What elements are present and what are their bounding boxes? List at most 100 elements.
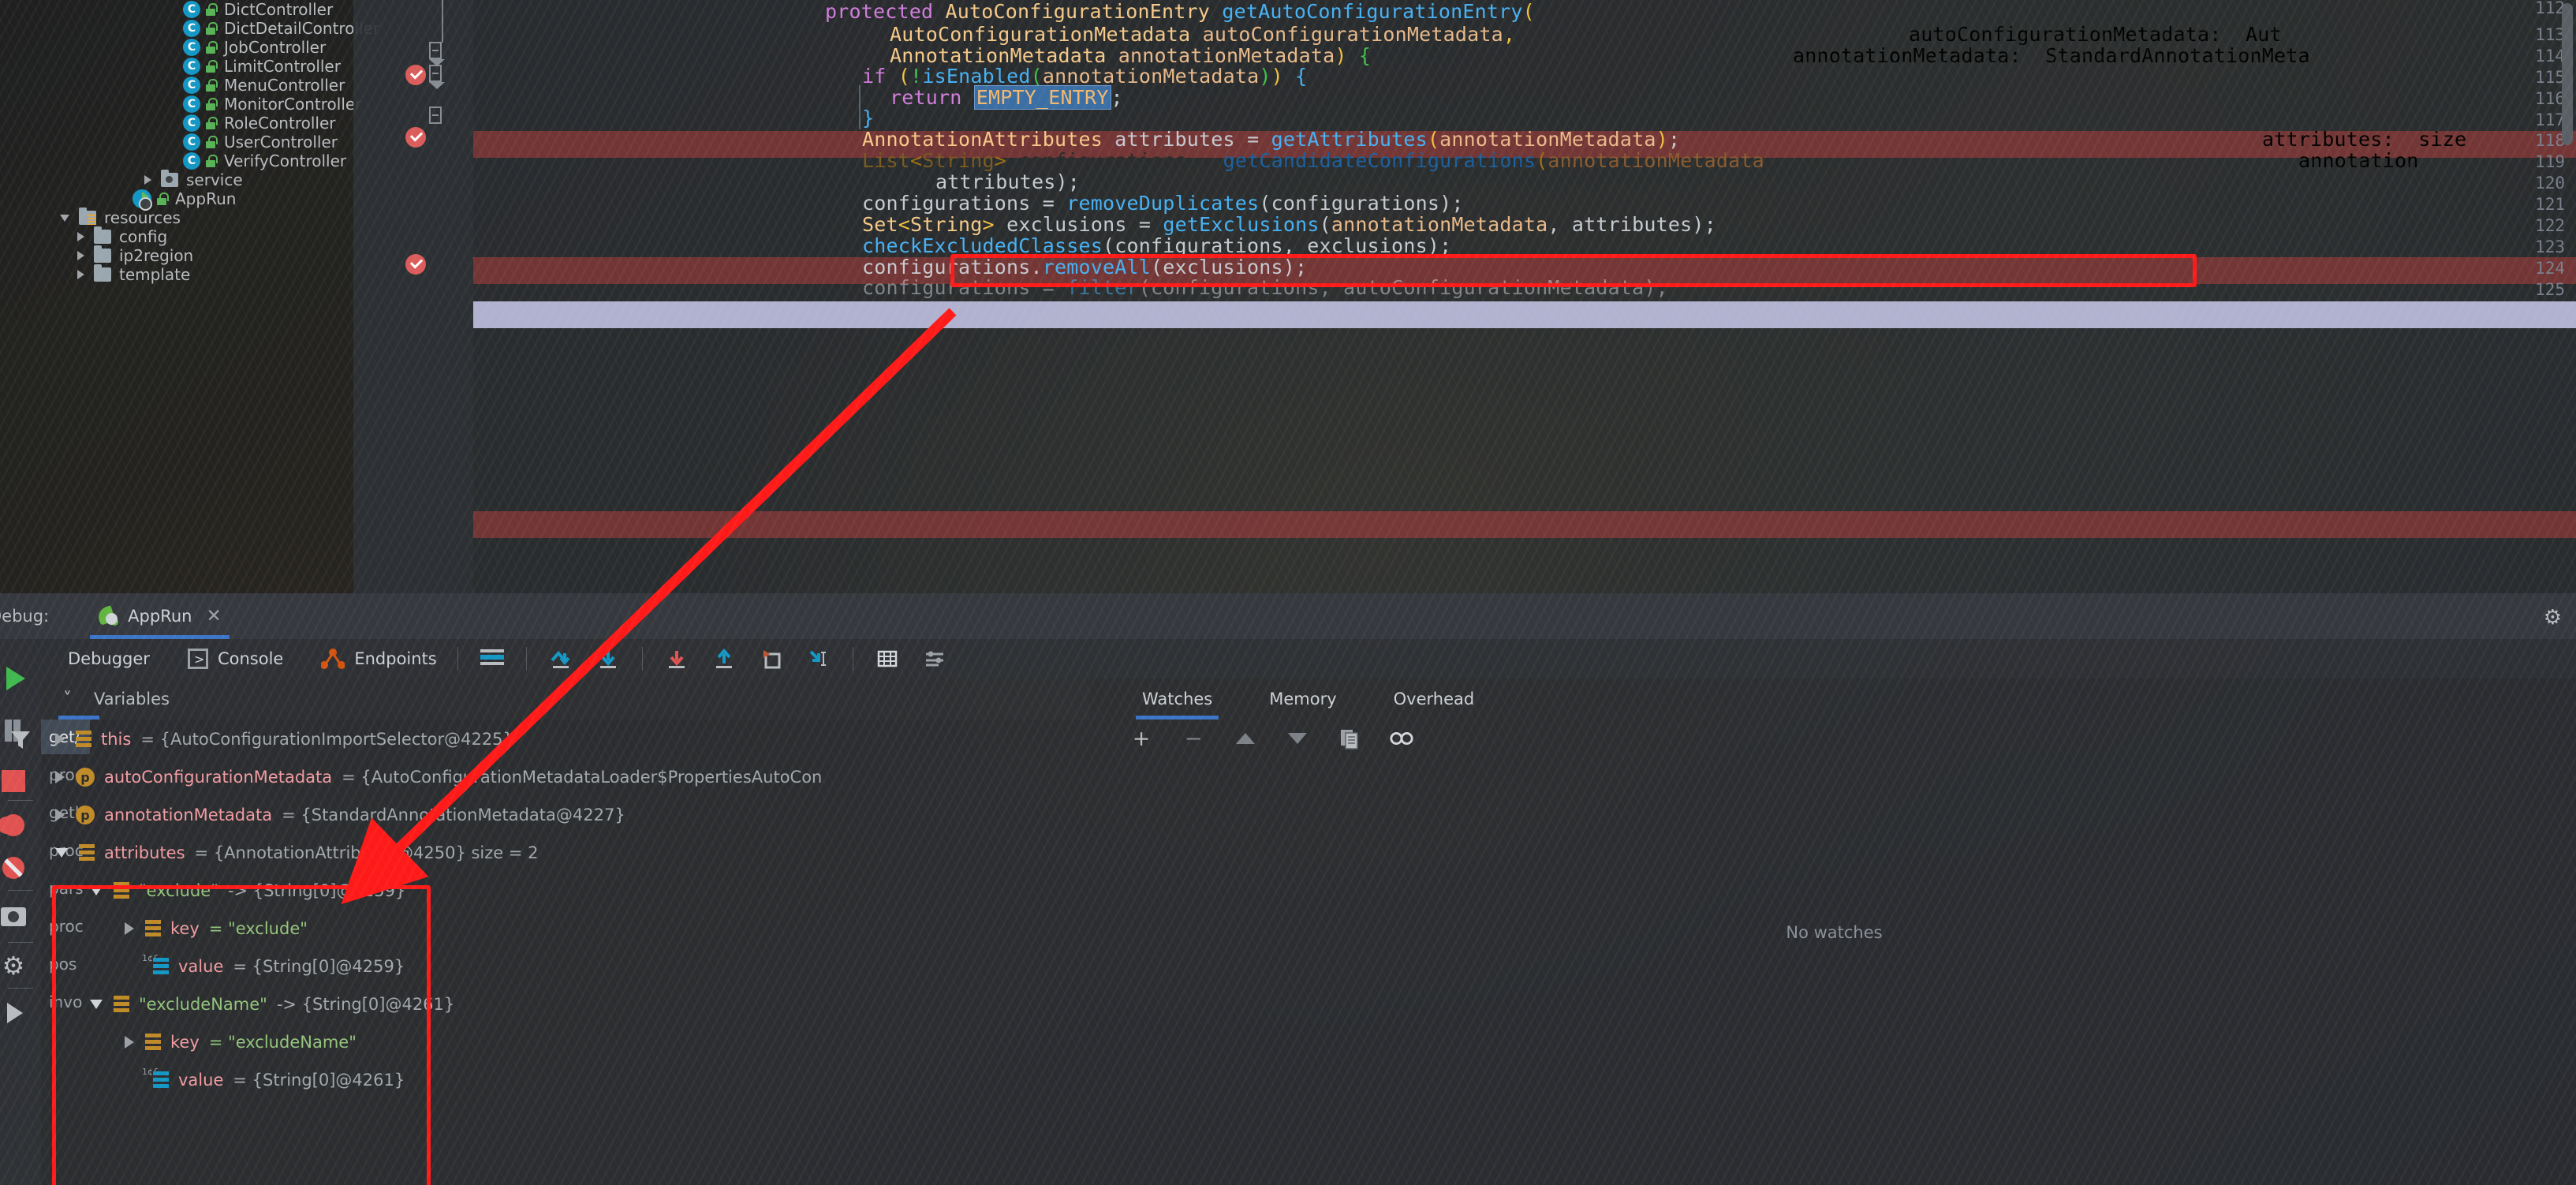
variable-row-attributes[interactable]: attributes = {AnnotationAttributes@4250}… [55,833,539,873]
fold-marker-icon[interactable] [429,42,445,66]
folder-icon [94,264,111,282]
drop-frame-icon[interactable] [758,645,785,672]
variable-row-autoconfigurationmetadata[interactable]: p autoConfigurationMetadata = {AutoConfi… [55,757,822,797]
frame-item[interactable]: pars [41,871,90,906]
layout-icon[interactable] [479,645,506,672]
tree-item-dictdetailcontroller[interactable]: C DictDetailController [183,19,379,38]
breakpoint-icon[interactable] [405,127,426,148]
tree-item-config[interactable]: config [77,226,167,246]
code-editor[interactable]: 112 113 114 115 116 117 118 119 120 121 … [353,0,2576,593]
chevron-down-icon[interactable] [90,1000,103,1009]
evaluate-expression-icon[interactable] [874,645,901,672]
chevron-down-icon[interactable] [90,886,103,895]
line-number: 124 [2535,259,2565,278]
tab-overhead[interactable]: Overhead [1394,678,1475,720]
watches-tabs[interactable]: Watches Memory Overhead [1092,678,2576,720]
step-over-icon[interactable] [547,645,574,672]
fold-marker-icon[interactable] [429,65,445,89]
frame-item[interactable]: invo [41,985,90,1019]
tree-item-limitcontroller[interactable]: C LimitController [183,57,341,76]
chevron-right-icon[interactable] [77,251,84,260]
fold-marker-icon[interactable] [429,107,442,124]
chevron-right-icon[interactable] [55,733,65,746]
variable-row-excludename-value[interactable]: value = {String[0]@4261} [142,1060,405,1100]
tree-item-dictcontroller[interactable]: C DictController [183,0,333,19]
force-step-into-icon[interactable] [663,645,690,672]
class-icon: C [183,20,200,37]
settings-icon[interactable] [921,645,948,672]
tree-item-usercontroller[interactable]: C UserController [183,133,338,151]
chevron-right-icon[interactable] [77,232,84,241]
variable-row-this[interactable]: this = {AutoConfigurationImportSelector@… [55,720,513,759]
step-out-icon[interactable] [711,645,737,672]
view-breakpoints-icon[interactable] [0,808,41,843]
tree-item-monitorcontroller[interactable]: C MonitorController [183,95,361,114]
variable-row-exclude-value[interactable]: value = {String[0]@4259} [142,947,405,986]
chevron-down-icon[interactable] [55,848,68,858]
frame-item[interactable]: pos [41,947,90,981]
tree-item-rolecontroller[interactable]: C RoleController [183,114,335,133]
variables-tree[interactable]: this = {AutoConfigurationImportSelector@… [55,720,1090,1185]
class-icon: C [183,77,200,94]
lock-icon [156,193,169,205]
get-thread-dump-icon[interactable] [0,899,41,934]
pin-icon[interactable] [0,996,41,1030]
session-tab-apprun[interactable]: AppRun ✕ [90,593,230,639]
tab-endpoints[interactable]: Endpoints [321,649,437,669]
settings-gear-icon[interactable]: ⚙ [0,948,41,983]
tree-item-label: service [186,170,243,189]
tree-item-jobcontroller[interactable]: C JobController [183,38,326,57]
selected-token[interactable]: EMPTY_ENTRY [973,85,1111,110]
variable-row-exclude-entry[interactable]: "exclude" -> {String[0]@4259} [90,871,405,910]
run-to-cursor-icon[interactable] [805,645,832,672]
mute-breakpoints-icon[interactable] [0,850,41,885]
tab-debugger[interactable]: Debugger [68,649,150,668]
breakpoint-icon[interactable] [405,65,426,85]
tab-watches[interactable]: Watches [1136,678,1219,720]
tree-item-label: template [119,265,191,284]
chevron-right-icon[interactable] [125,922,134,935]
tree-item-resources[interactable]: resources [60,207,181,227]
tree-item-label: UserController [224,133,338,151]
variable-name: value [178,957,224,976]
object-icon [114,882,129,899]
object-icon [145,920,161,937]
class-icon: C [183,133,200,151]
editor-vertical-scrollbar[interactable] [2562,3,2573,145]
chevron-down-icon[interactable]: ˅ [63,690,72,709]
tree-item-verifycontroller[interactable]: C VerifyController [183,151,346,170]
chevron-right-icon[interactable] [55,771,65,783]
variables-header[interactable]: ˅ Variables [41,678,1090,720]
breakpoint-icon[interactable] [405,254,426,275]
close-icon[interactable]: ✕ [206,606,221,626]
variable-row-annotationmetadata[interactable]: p annotationMetadata = {StandardAnnotati… [55,795,625,835]
tree-item-menucontroller[interactable]: C MenuController [183,76,345,95]
tree-item-apprun[interactable]: AppRun [133,189,236,211]
variable-row-excludename-key[interactable]: key = "excludeName" [125,1022,357,1062]
array-icon [142,1069,169,1089]
package-folder-icon [161,170,178,187]
tree-item-ip2region[interactable]: ip2region [77,245,193,265]
tree-item-template[interactable]: template [77,264,191,284]
chevron-right-icon[interactable] [125,1036,134,1049]
debugger-tabs-toolbar[interactable]: Debugger > Console Endpoints [41,639,2576,678]
editor-gutter[interactable] [353,0,473,593]
variable-row-exclude-key[interactable]: key = "exclude" [125,909,308,948]
chevron-right-icon[interactable] [55,809,65,821]
watches-empty-message: No watches [1786,923,1883,942]
variable-row-excludename-entry[interactable]: "excludeName" -> {String[0]@4261} [90,985,454,1024]
chevron-right-icon[interactable] [77,270,84,279]
chevron-down-icon[interactable] [60,214,69,222]
frame-item[interactable]: proc [41,909,90,944]
chevron-right-icon[interactable] [144,175,151,185]
step-into-icon[interactable] [595,645,622,672]
filter-icon[interactable] [0,718,41,762]
variable-value: = {AutoConfigurationImportSelector@4225} [140,730,513,749]
tab-console[interactable]: > Console [187,649,283,669]
object-icon [145,1034,161,1051]
gear-icon[interactable]: ⚙ [2544,606,2562,630]
tab-memory[interactable]: Memory [1269,678,1336,720]
stop-icon[interactable] [0,764,41,798]
resume-program-icon[interactable] [0,661,41,696]
tree-item-service[interactable]: service [144,170,243,189]
